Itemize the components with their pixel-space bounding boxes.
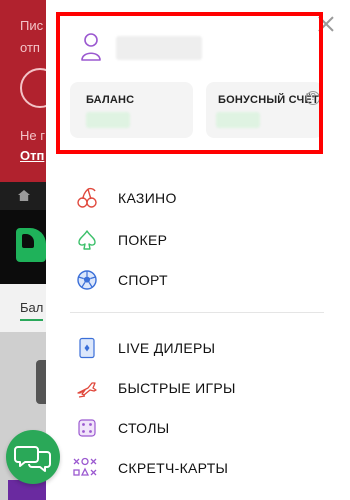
chat-bubbles-icon [14,446,51,472]
balance-tab[interactable]: Бал [20,300,44,321]
menu-item-sport[interactable]: СПОРТ [70,264,330,296]
spade-icon [78,230,96,250]
scratch-card-icon [73,457,97,476]
site-header [0,210,46,284]
promo-text-line: Пис [20,18,44,33]
menu-item-live-dealers[interactable]: LIVE ДИЛЕРЫ [70,332,330,364]
soccer-ball-icon [77,270,97,290]
highlight-frame [56,12,323,154]
dice-icon [78,419,96,437]
menu-item-label: СТОЛЫ [118,420,170,436]
menu-item-label: ПОКЕР [118,232,168,248]
site-logo[interactable] [16,228,46,262]
promo-banner: Пис отп Не г Отп [0,0,60,182]
promo-link[interactable]: Отп [20,148,44,163]
promo-text-line: отп [20,40,40,55]
menu-item-scratch-cards[interactable]: СКРЕТЧ-КАРТЫ [70,452,330,484]
menu-divider [70,312,324,313]
cherries-icon [77,187,97,208]
menu-item-label: БЫСТРЫЕ ИГРЫ [118,380,236,396]
menu-item-fast-games[interactable]: БЫСТРЫЕ ИГРЫ [70,372,330,404]
chat-button[interactable] [6,430,60,484]
side-menu-drawer: БАЛАНС БОНУСНЫЙ СЧЁТ ? КАЗИНО ПОКЕР СПОР… [46,0,350,500]
airplane-icon [77,382,97,398]
menu-item-poker[interactable]: ПОКЕР [70,224,330,256]
menu-item-label: СПОРТ [118,272,168,288]
menu-item-label: LIVE ДИЛЕРЫ [118,340,216,356]
home-icon[interactable] [18,190,30,201]
menu-item-tables[interactable]: СТОЛЫ [70,412,330,444]
promo-text-line: Не г [20,128,45,143]
menu-item-label: КАЗИНО [118,190,177,206]
card-icon [79,337,95,359]
menu-item-label: СКРЕТЧ-КАРТЫ [118,460,229,476]
breadcrumb-bar [0,182,46,210]
menu-item-casino[interactable]: КАЗИНО [70,182,330,214]
